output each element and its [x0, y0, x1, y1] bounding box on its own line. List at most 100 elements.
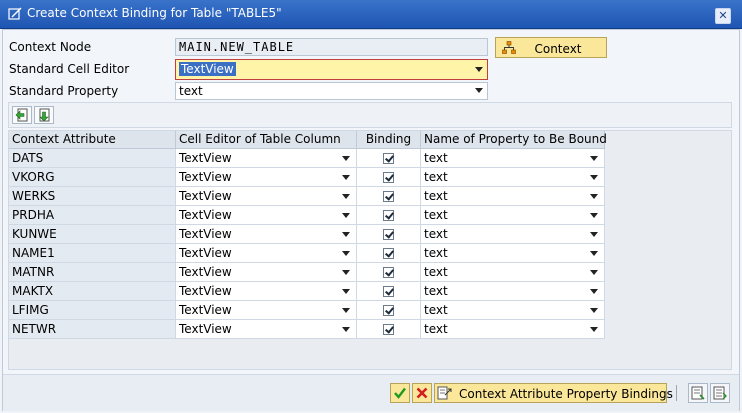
context-attribute-cell: VKORG	[9, 168, 176, 187]
chevron-down-icon[interactable]	[590, 327, 598, 332]
cell-editor-value: TextView	[179, 265, 232, 279]
property-select[interactable]: text	[421, 225, 605, 244]
cell-editor-select[interactable]: TextView	[176, 206, 357, 225]
chevron-down-icon[interactable]	[590, 213, 598, 218]
property-select[interactable]: text	[421, 301, 605, 320]
context-attribute-cell: KUNWE	[9, 225, 176, 244]
property-select[interactable]: text	[421, 320, 605, 339]
chevron-down-icon[interactable]	[590, 156, 598, 161]
cell-editor-select[interactable]: TextView	[176, 320, 357, 339]
property-select[interactable]: text	[421, 282, 605, 301]
details-button[interactable]	[688, 383, 708, 403]
chevron-down-icon[interactable]	[342, 175, 350, 180]
cancel-button[interactable]	[412, 383, 432, 403]
cell-editor-value: TextView	[179, 303, 232, 317]
property-select[interactable]: text	[421, 244, 605, 263]
chevron-down-icon[interactable]	[342, 289, 350, 294]
chevron-down-icon[interactable]	[590, 308, 598, 313]
context-attribute-cell: NETWR	[9, 320, 176, 339]
standard-property-select[interactable]: text	[175, 82, 488, 100]
column-header-binding[interactable]: Binding	[357, 131, 421, 149]
dialog-body: Context Node MAIN.NEW_TABLE Context Stan…	[2, 29, 740, 411]
chevron-down-icon[interactable]	[590, 251, 598, 256]
dialog-footer: Context Attribute Property Bindings	[3, 374, 739, 411]
chevron-down-icon[interactable]	[342, 194, 350, 199]
property-value: text	[424, 170, 448, 184]
binding-checkbox[interactable]	[382, 191, 394, 202]
list-button[interactable]	[710, 383, 730, 403]
binding-checkbox[interactable]	[382, 153, 394, 164]
binding-checkbox[interactable]	[382, 248, 394, 259]
chevron-down-icon[interactable]	[590, 232, 598, 237]
append-row-icon	[39, 108, 50, 122]
context-attribute-property-bindings-button[interactable]: Context Attribute Property Bindings	[434, 383, 673, 403]
context-button-label: Context	[534, 42, 582, 56]
binding-table: Context Attribute Cell Editor of Table C…	[8, 130, 732, 370]
table-toolbar	[8, 102, 732, 128]
binding-cell	[357, 301, 421, 320]
standard-property-label: Standard Property	[9, 84, 119, 98]
property-select[interactable]: text	[421, 263, 605, 282]
table-row: LFIMG TextView text	[9, 301, 605, 320]
chevron-down-icon[interactable]	[342, 308, 350, 313]
binding-cell	[357, 168, 421, 187]
property-select[interactable]: text	[421, 187, 605, 206]
cancel-x-icon	[416, 387, 428, 399]
binding-cell	[357, 282, 421, 301]
property-select[interactable]: text	[421, 206, 605, 225]
chevron-down-icon[interactable]	[342, 213, 350, 218]
property-value: text	[424, 284, 448, 298]
column-header-property[interactable]: Name of Property to Be Bound	[421, 131, 607, 149]
binding-checkbox[interactable]	[382, 210, 394, 221]
column-header-cell-editor[interactable]: Cell Editor of Table Column	[176, 131, 357, 149]
insert-row-button[interactable]	[12, 106, 32, 124]
standard-cell-editor-select[interactable]: TextView	[175, 59, 488, 80]
context-attribute-cell: MAKTX	[9, 282, 176, 301]
cell-editor-select[interactable]: TextView	[176, 149, 357, 168]
chevron-down-icon[interactable]	[342, 251, 350, 256]
column-header-context-attribute[interactable]: Context Attribute	[9, 131, 176, 149]
chevron-down-icon[interactable]	[342, 270, 350, 275]
cell-editor-select[interactable]: TextView	[176, 168, 357, 187]
chevron-down-icon[interactable]	[342, 232, 350, 237]
cell-editor-select[interactable]: TextView	[176, 263, 357, 282]
chevron-down-icon[interactable]	[590, 194, 598, 199]
cell-editor-value: TextView	[179, 246, 232, 260]
chevron-down-icon[interactable]	[342, 327, 350, 332]
cell-editor-value: TextView	[179, 189, 232, 203]
chevron-down-icon[interactable]	[590, 175, 598, 180]
chevron-down-icon[interactable]	[475, 67, 483, 72]
toolbar-separator	[676, 385, 677, 401]
binding-checkbox[interactable]	[382, 172, 394, 183]
cell-editor-select[interactable]: TextView	[176, 244, 357, 263]
table-row: MAKTX TextView text	[9, 282, 605, 301]
binding-checkbox[interactable]	[382, 229, 394, 240]
context-button[interactable]: Context	[495, 37, 607, 58]
context-attribute-cell: LFIMG	[9, 301, 176, 320]
binding-checkbox[interactable]	[382, 305, 394, 316]
append-row-button[interactable]	[34, 106, 54, 124]
property-select[interactable]: text	[421, 168, 605, 187]
edit-dialog-icon	[8, 7, 22, 20]
chevron-down-icon[interactable]	[342, 156, 350, 161]
property-value: text	[424, 227, 448, 241]
binding-checkbox[interactable]	[382, 324, 394, 335]
binding-checkbox[interactable]	[382, 286, 394, 297]
cell-editor-select[interactable]: TextView	[176, 225, 357, 244]
cell-editor-value: TextView	[179, 208, 232, 222]
binding-checkbox[interactable]	[382, 267, 394, 278]
list-icon	[713, 386, 727, 400]
cell-editor-select[interactable]: TextView	[176, 301, 357, 320]
bindings-button-label: Context Attribute Property Bindings	[459, 387, 673, 401]
chevron-down-icon[interactable]	[590, 289, 598, 294]
chevron-down-icon[interactable]	[475, 88, 483, 93]
cell-editor-select[interactable]: TextView	[176, 187, 357, 206]
context-node-label: Context Node	[9, 40, 92, 54]
context-attribute-cell: DATS	[9, 149, 176, 168]
property-select[interactable]: text	[421, 149, 605, 168]
context-node-field: MAIN.NEW_TABLE	[175, 38, 488, 56]
chevron-down-icon[interactable]	[590, 270, 598, 275]
confirm-button[interactable]	[390, 383, 410, 403]
cell-editor-select[interactable]: TextView	[176, 282, 357, 301]
close-icon[interactable]: ✕	[715, 8, 731, 24]
